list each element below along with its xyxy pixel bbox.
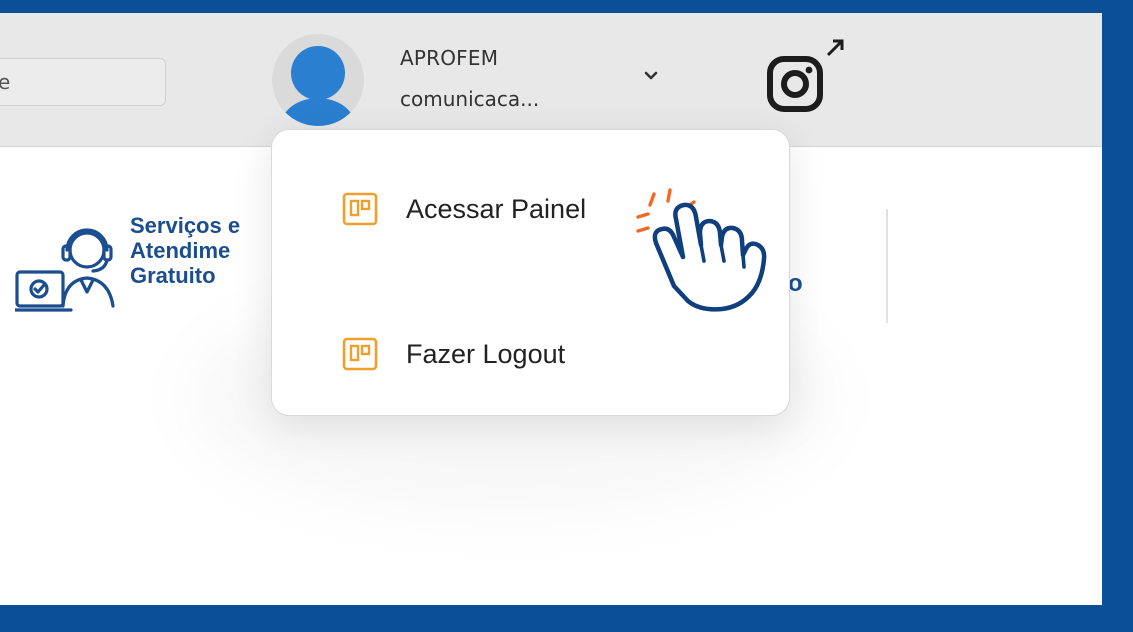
menu-item-label: Acessar Painel xyxy=(406,193,587,224)
services-link[interactable]: Serviços e Atendime Gratuito xyxy=(130,213,240,288)
services-line-2: Atendime xyxy=(130,238,231,263)
services-line-1: Serviços e xyxy=(130,213,241,238)
menu-item-logout[interactable]: Fazer Logout xyxy=(342,334,565,374)
user-avatar-icon[interactable] xyxy=(272,34,364,126)
external-link-icon xyxy=(826,39,844,57)
pointing-hand-icon xyxy=(636,188,767,312)
top-bar: e APROFEM comunicaca... xyxy=(0,13,1102,147)
user-email[interactable]: comunicaca... xyxy=(400,87,539,111)
menu-item-label: Fazer Logout xyxy=(406,338,566,369)
dashboard-icon xyxy=(342,337,378,371)
nav-divider xyxy=(886,209,888,323)
dashboard-icon xyxy=(342,192,378,226)
user-name[interactable]: APROFEM xyxy=(400,46,498,70)
nav-text-fragment: o xyxy=(788,270,803,297)
instagram-icon[interactable] xyxy=(762,37,852,117)
support-agent-icon xyxy=(15,228,115,312)
chevron-down-icon[interactable] xyxy=(640,65,662,87)
app-window: e APROFEM comunicaca... Serviços e Atend… xyxy=(0,13,1102,605)
services-line-3: Gratuito xyxy=(130,263,216,288)
search-input[interactable]: e xyxy=(0,58,166,106)
menu-item-access-panel[interactable]: Acessar Painel xyxy=(342,189,586,229)
